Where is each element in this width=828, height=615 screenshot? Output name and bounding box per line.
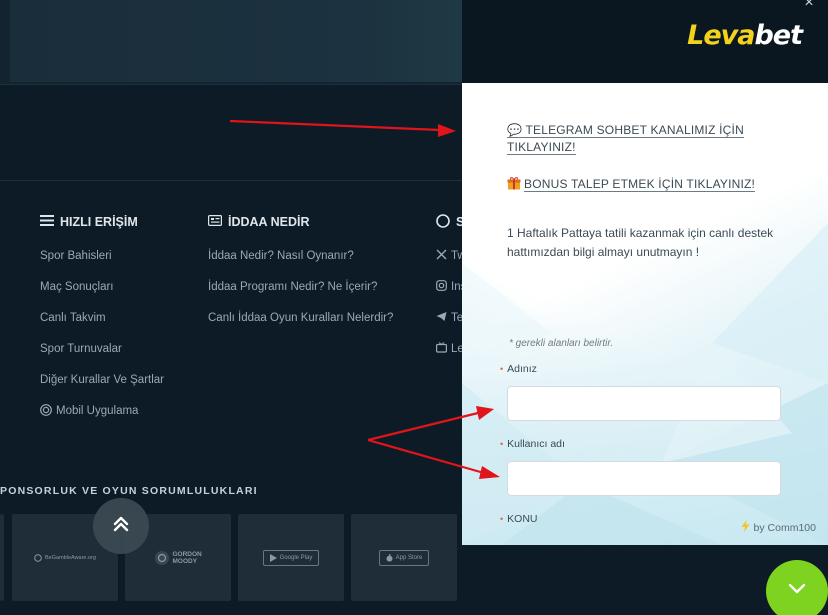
name-field-label: • Adınız [500, 363, 537, 375]
footer-link-live-iddaa-rules[interactable]: Canlı İddaa Oyun Kuralları Nelerdir? [208, 311, 393, 342]
x-icon [436, 249, 447, 265]
sponsor-card-app-store[interactable]: App Store [351, 514, 457, 601]
footer-link-mobile-app[interactable]: Mobil Uygulama [40, 404, 164, 435]
divider [0, 180, 462, 181]
footer-link-telegram[interactable]: Te [436, 311, 462, 342]
footer-link-terms[interactable]: Diğer Kurallar Ve Şartlar [40, 373, 164, 404]
footer-link-instagram[interactable]: Ins [436, 280, 462, 311]
chat-widget-header: Levabet [462, 0, 828, 83]
scroll-to-top-button[interactable] [93, 498, 149, 554]
footer-link-live-calendar[interactable]: Canlı Takvim [40, 311, 164, 342]
footer-link-sports-betting[interactable]: Spor Bahisleri [40, 249, 164, 280]
bonus-request-link[interactable]: BONUS TALEP ETMEK İÇİN TIKLAYINIZ! [507, 176, 756, 195]
telegram-icon [436, 311, 447, 327]
bolt-icon [741, 520, 750, 535]
instagram-icon [436, 280, 447, 296]
quick-access-title: HIZLI ERİŞİM [40, 213, 164, 231]
username-field-label: • Kullanıcı adı [500, 438, 565, 450]
close-widget-button[interactable]: × [800, 0, 818, 11]
app-store-badge: App Store [378, 549, 430, 566]
footer-column-social: S Tw Ins Te Lev [436, 213, 462, 373]
annotation-arrowhead [438, 124, 456, 137]
footer-link-iddaa-program[interactable]: İddaa Programı Nedir? Ne İçerir? [208, 280, 393, 311]
footer-link-twitter[interactable]: Tw [436, 249, 462, 280]
footer-link-match-results[interactable]: Maç Sonuçları [40, 280, 164, 311]
divider [0, 84, 462, 85]
menu-icon [40, 215, 54, 229]
google-play-badge: Google Play [262, 549, 320, 566]
gordon-moody-logo: GORDON MOODY [148, 547, 209, 569]
username-input[interactable] [507, 461, 781, 496]
circle-icon [436, 213, 450, 231]
required-fields-note: * gerekli alanları belirtir. [509, 338, 614, 349]
promo-message: 1 Haftalık Pattaya tatili kazanmak için … [507, 226, 774, 259]
name-input[interactable] [507, 386, 781, 421]
telegram-channel-link[interactable]: 💬 TELEGRAM SOHBET KANALIMIZ İÇİN TIKLAYI… [507, 122, 757, 156]
begambleaware-logo: BeGambleAware.org [28, 551, 102, 565]
powered-by[interactable]: by Comm100 [741, 520, 816, 535]
levabet-logo: Levabet [687, 20, 803, 51]
gift-icon [507, 176, 521, 195]
mobile-app-icon [40, 404, 52, 421]
subject-field-label: • KONU [500, 513, 538, 525]
footer-link-what-is-iddaa[interactable]: İddaa Nedir? Nasıl Oynanır? [208, 249, 393, 280]
footer-link-tournaments[interactable]: Spor Turnuvalar [40, 342, 164, 373]
ticket-icon [208, 215, 223, 229]
sponsor-card-partial [0, 514, 4, 601]
annotation-arrow [229, 119, 441, 132]
chat-widget-body: 💬 TELEGRAM SOHBET KANALIMIZ İÇİN TIKLAYI… [462, 83, 828, 545]
tv-icon [436, 342, 448, 358]
double-chevron-up-icon [113, 515, 129, 538]
footer-column-iddaa: İDDAA NEDİR İddaa Nedir? Nasıl Oynanır? … [208, 213, 393, 342]
footer-link-levatv[interactable]: Lev [436, 342, 462, 373]
chat-toggle-button[interactable] [766, 560, 828, 615]
chevron-down-icon [787, 582, 807, 600]
sponsorship-title: PONSORLUK VE OYUN SORUMLULUKLARI [0, 485, 258, 497]
top-banner [0, 0, 462, 84]
sponsor-card-google-play[interactable]: Google Play [238, 514, 344, 601]
iddaa-title: İDDAA NEDİR [208, 213, 393, 231]
banner-image [10, 0, 462, 82]
footer-column-quick-access: HIZLI ERİŞİM Spor Bahisleri Maç Sonuçlar… [40, 213, 164, 435]
social-title: S [436, 213, 462, 231]
